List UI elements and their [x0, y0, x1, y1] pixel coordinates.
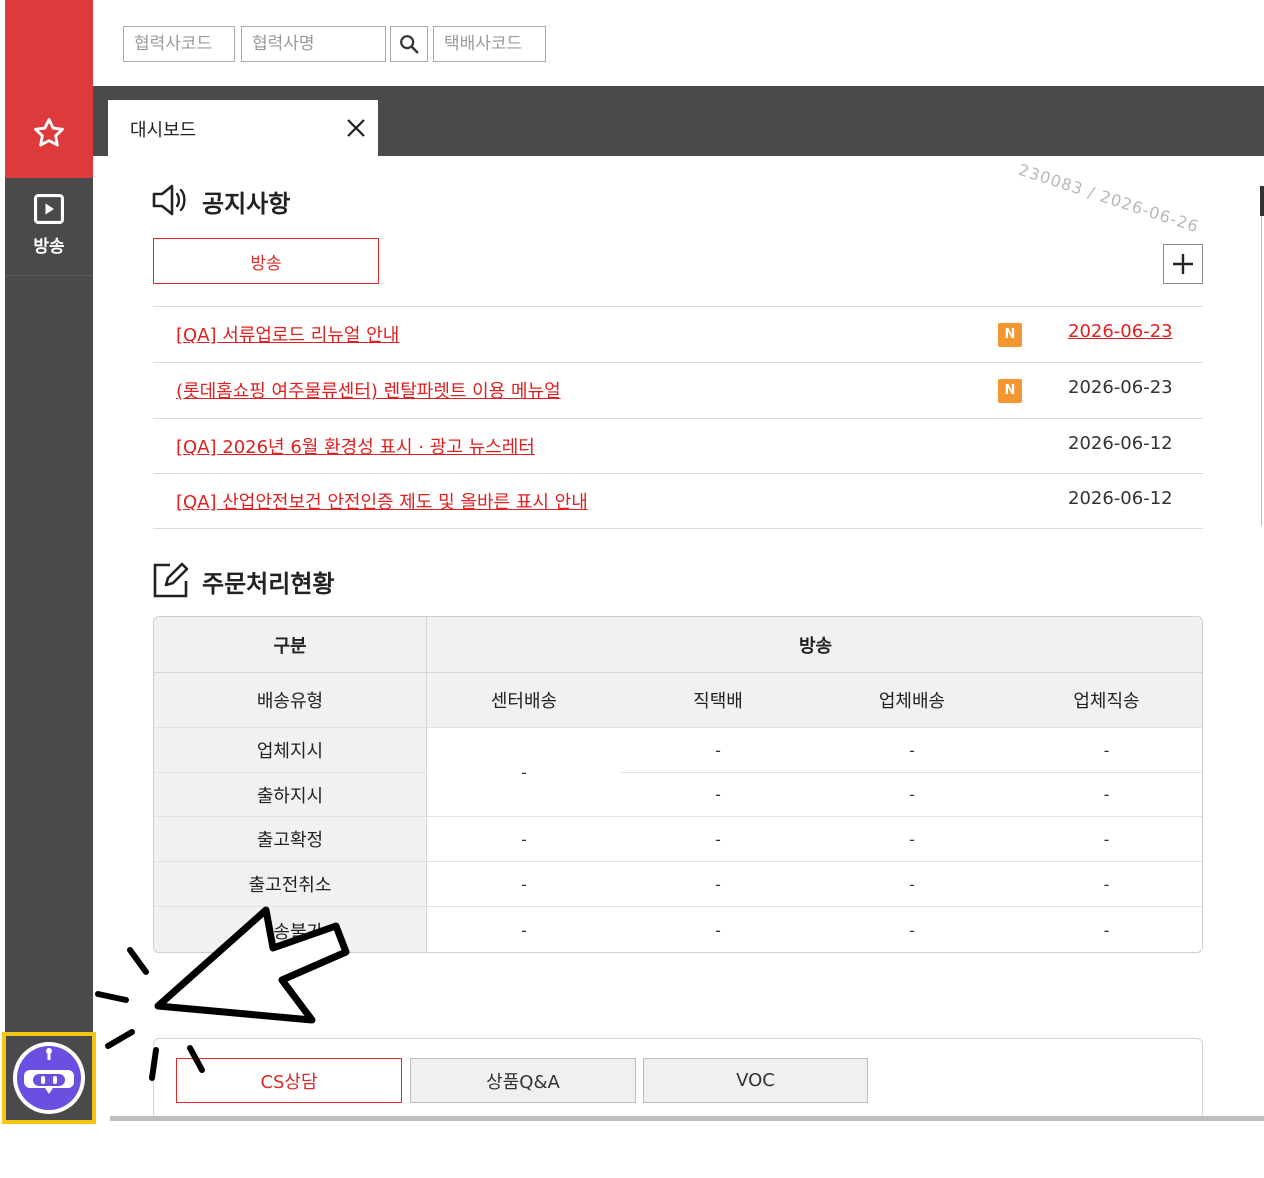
notice-filter-broadcast[interactable]: 방송: [153, 238, 379, 284]
partner-code-input[interactable]: 협력사코드: [123, 26, 235, 62]
sidebar: [5, 178, 93, 1118]
notice-more-button[interactable]: [1163, 244, 1203, 284]
table-cell: -: [1009, 772, 1202, 816]
table-cell: -: [815, 772, 1009, 816]
row-label: 출고확정: [154, 816, 427, 861]
search-icon: [400, 35, 419, 54]
bottom-divider: [110, 1116, 1264, 1121]
row-label: 출하지시: [154, 772, 427, 816]
table-cell: -: [621, 772, 815, 816]
table-cell: -: [621, 816, 815, 861]
notice-link[interactable]: [QA] 2026년 6월 환경성 표시 · 광고 뉴스레터: [176, 433, 535, 459]
column-header: 업체직송: [1009, 673, 1202, 727]
sidebar-header: [5, 0, 93, 88]
table-cell: -: [427, 861, 621, 906]
notice-date: 2026-06-12: [1068, 433, 1173, 454]
delivery-type-label: 배송유형: [154, 673, 427, 727]
table-cell: -: [1009, 727, 1202, 772]
table-cell: -: [427, 816, 621, 861]
notice-row[interactable]: (롯데홈쇼핑 여주물류센터) 렌탈파렛트 이용 메뉴얼 N 2026-06-23: [153, 362, 1203, 418]
notice-link[interactable]: [QA] 산업안전보건 안전인증 제도 및 올바른 표시 안내: [176, 488, 588, 514]
table-cell: -: [815, 861, 1009, 906]
table-cell: -: [815, 906, 1009, 952]
notice-link[interactable]: (롯데홈쇼핑 여주물류센터) 렌탈파렛트 이용 메뉴얼: [176, 377, 561, 403]
star-icon: [34, 118, 64, 147]
header-category: 구분: [154, 617, 427, 673]
table-cell: -: [1009, 906, 1202, 952]
table-cell: -: [1009, 816, 1202, 861]
robot-icon: [13, 1042, 85, 1114]
column-header: 업체배송: [815, 673, 1009, 727]
column-header: 센터배송: [427, 673, 621, 727]
notice-date: 2026-06-12: [1068, 488, 1173, 509]
sidebar-item-broadcast[interactable]: 방송: [5, 178, 93, 276]
tab-dashboard[interactable]: 대시보드: [108, 100, 378, 156]
speaker-icon: [152, 184, 186, 216]
table-cell: -: [621, 861, 815, 906]
search-button[interactable]: [390, 26, 428, 62]
new-badge: N: [998, 379, 1022, 403]
pointer-arrow-icon: [95, 906, 350, 1081]
table-cell: -: [427, 727, 621, 816]
notice-row[interactable]: [QA] 서류업로드 리뉴얼 안내 N 2026-06-23: [153, 306, 1203, 362]
chatbot-button[interactable]: [2, 1032, 96, 1124]
notice-row[interactable]: [QA] 2026년 6월 환경성 표시 · 광고 뉴스레터 2026-06-1…: [153, 418, 1203, 474]
close-icon[interactable]: [344, 116, 368, 140]
watermark: 230083 / 2026-06-26: [1016, 160, 1202, 237]
partner-name-input[interactable]: 협력사명: [241, 26, 386, 62]
header-channel: 방송: [427, 617, 1202, 673]
table-cell: -: [815, 727, 1009, 772]
orders-title: 주문처리현황: [202, 570, 335, 598]
notice-date: 2026-06-23: [1068, 377, 1173, 398]
courier-code-input[interactable]: 택배사코드: [433, 26, 546, 62]
sidebar-item-favorites[interactable]: [5, 88, 93, 178]
row-label: 업체지시: [154, 727, 427, 772]
sidebar-item-label: 방송: [33, 237, 65, 257]
plus-icon: [1173, 254, 1193, 274]
play-icon: [33, 193, 65, 225]
notice-date: 2026-06-23: [1068, 321, 1173, 342]
notice-title: 공지사항: [202, 190, 291, 218]
table-cell: -: [621, 906, 815, 952]
scrollbar-top[interactable]: [1260, 186, 1264, 216]
tab-label: 대시보드: [130, 120, 197, 141]
table-cell: -: [815, 816, 1009, 861]
new-badge: N: [998, 323, 1022, 347]
table-cell: -: [427, 906, 621, 952]
table-cell: -: [621, 727, 815, 772]
notice-row[interactable]: [QA] 산업안전보건 안전인증 제도 및 올바른 표시 안내 2026-06-…: [153, 473, 1203, 529]
column-header: 직택배: [621, 673, 815, 727]
edit-icon: [153, 562, 189, 598]
notice-link[interactable]: [QA] 서류업로드 리뉴얼 안내: [176, 321, 399, 347]
tab-product-qa[interactable]: 상품Q&A: [410, 1058, 636, 1103]
table-cell: -: [1009, 861, 1202, 906]
tab-voc[interactable]: VOC: [643, 1058, 868, 1103]
